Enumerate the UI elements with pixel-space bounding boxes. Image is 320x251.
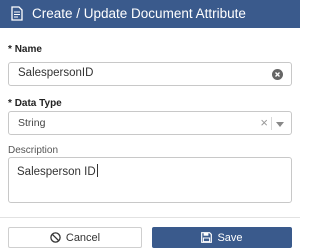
ban-icon — [50, 232, 61, 243]
chevron-down-icon[interactable] — [276, 122, 284, 127]
name-label: * Name — [8, 44, 42, 55]
description-text: Salesperson ID — [17, 166, 96, 178]
document-edit-icon — [11, 6, 23, 21]
cancel-button-label: Cancel — [65, 231, 101, 244]
dialog-title: Create / Update Document Attribute — [32, 6, 246, 21]
data-type-selected-value: String — [18, 117, 46, 129]
data-type-label: * Data Type — [8, 98, 62, 109]
name-input[interactable]: SalespersonID — [8, 62, 292, 86]
data-type-required-marker: * — [8, 98, 12, 109]
save-button[interactable]: Save — [152, 227, 292, 248]
clear-circle-icon[interactable] — [272, 69, 283, 80]
floppy-disk-icon — [201, 232, 213, 243]
description-label: Description — [8, 145, 59, 156]
save-button-label: Save — [217, 231, 243, 244]
data-type-select[interactable]: String × — [8, 111, 292, 135]
dialog-header: Create / Update Document Attribute — [0, 0, 300, 28]
close-icon[interactable]: × — [260, 115, 268, 131]
select-divider — [271, 117, 272, 130]
description-textarea[interactable]: Salesperson ID — [8, 157, 292, 203]
name-required-marker: * — [8, 44, 12, 55]
text-cursor — [96, 164, 98, 177]
name-label-text: Name — [14, 44, 42, 55]
name-input-value: SalespersonID — [18, 67, 94, 79]
data-type-label-text: Data Type — [14, 98, 62, 109]
cancel-button[interactable]: Cancel — [8, 227, 142, 248]
description-textarea-value: Salesperson ID — [17, 164, 98, 178]
